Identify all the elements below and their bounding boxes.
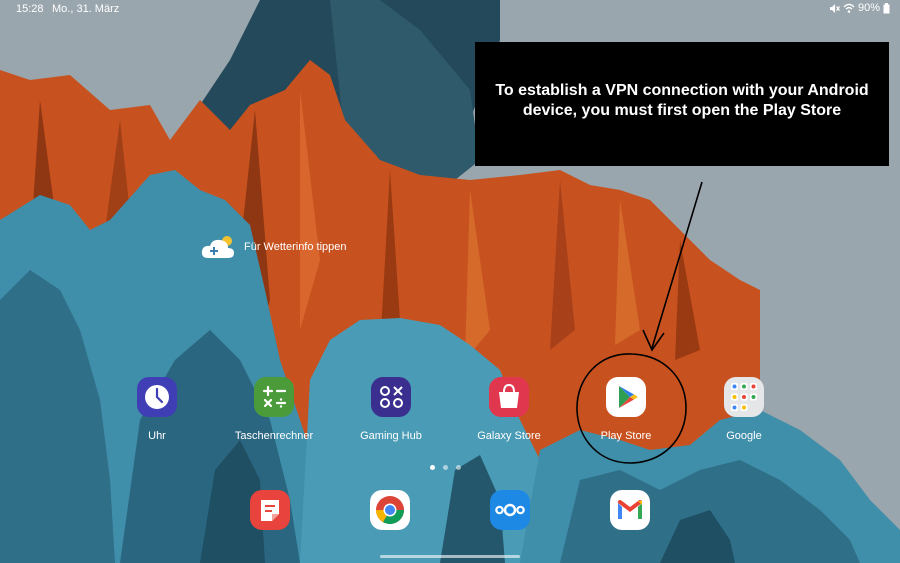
app-uhr[interactable]: Uhr <box>102 377 212 442</box>
app-label: Galaxy Store <box>477 430 541 442</box>
callout-line-2: device, you must first open the Play Sto… <box>522 102 842 119</box>
app-taschenrechner[interactable]: Taschenrechner <box>219 377 329 442</box>
app-label: Taschenrechner <box>234 430 314 442</box>
page-dot <box>443 465 448 470</box>
page-indicator <box>430 465 461 470</box>
calculator-icon <box>254 377 294 417</box>
weather-label: Für Wetterinfo tippen <box>244 241 347 253</box>
status-icons: 90% <box>829 2 890 14</box>
instruction-callout: To establish a VPN connection with your … <box>475 42 889 166</box>
weather-cloud-add-icon <box>201 236 234 258</box>
dock-app-nextcloud[interactable] <box>490 490 530 530</box>
app-galaxy-store[interactable]: Galaxy Store <box>454 377 564 442</box>
android-home-screen: 15:28 Mo., 31. März 90% Für Wetterinfo t… <box>0 0 900 563</box>
notes-icon <box>250 490 290 530</box>
status-time: 15:28 <box>16 3 44 15</box>
dock-app-gmail[interactable] <box>610 490 650 530</box>
status-date: Mo., 31. März <box>52 3 120 15</box>
nextcloud-icon <box>490 490 530 530</box>
gaming-hub-icon <box>371 377 411 417</box>
google-folder-icon <box>724 377 764 417</box>
home-gesture-bar[interactable] <box>380 555 520 558</box>
app-play-store[interactable]: Play Store <box>571 377 681 442</box>
app-label: Uhr <box>148 430 166 442</box>
shopping-bag-icon <box>489 377 529 417</box>
page-dot <box>456 465 461 470</box>
dock-app-chrome[interactable] <box>370 490 410 530</box>
app-label: Google <box>726 430 762 442</box>
app-gaming-hub[interactable]: Gaming Hub <box>336 377 446 442</box>
app-label: Play Store <box>600 430 652 442</box>
callout-line-1: To establish a VPN connection with your … <box>495 82 869 99</box>
wifi-icon <box>843 3 855 13</box>
chrome-icon <box>370 490 410 530</box>
clock-icon <box>137 377 177 417</box>
app-label: Gaming Hub <box>360 430 422 442</box>
app-google-folder[interactable]: Google <box>689 377 799 442</box>
weather-widget[interactable]: Für Wetterinfo tippen <box>200 234 347 260</box>
dock-app-notes[interactable] <box>250 490 290 530</box>
battery-percent: 90% <box>857 2 880 14</box>
gmail-icon <box>610 490 650 530</box>
page-dot-active <box>430 465 435 470</box>
play-store-icon <box>606 377 646 417</box>
mute-icon <box>829 3 840 13</box>
battery-icon <box>883 2 890 13</box>
status-bar: 15:28 Mo., 31. März 90% <box>0 0 900 20</box>
